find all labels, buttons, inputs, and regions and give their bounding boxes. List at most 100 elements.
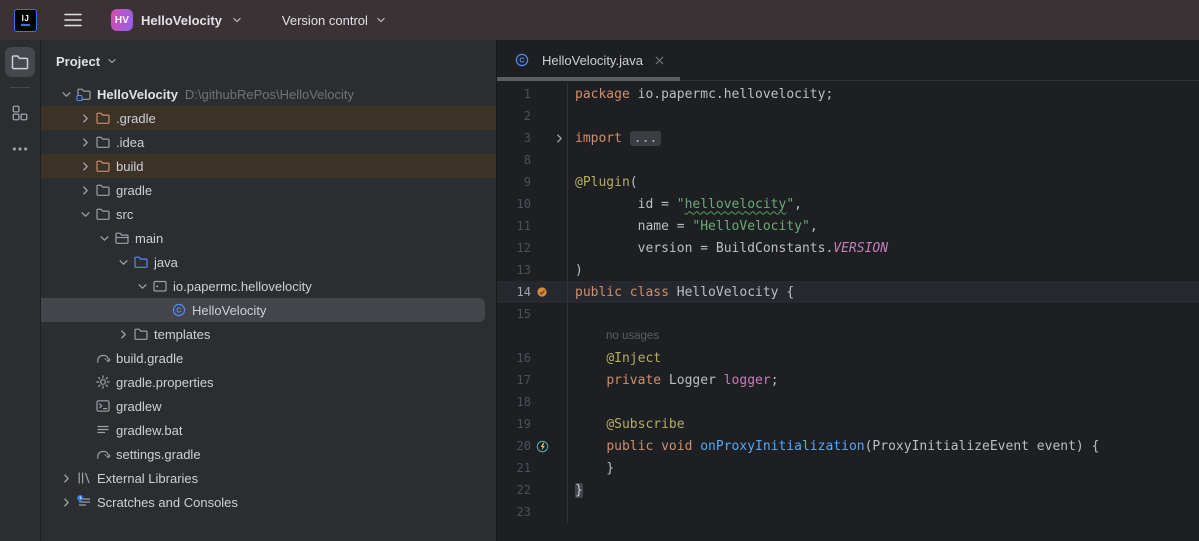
code-line-21[interactable]: 21 } xyxy=(497,457,1199,479)
code-line-text[interactable]: name = "HelloVelocity", xyxy=(567,215,1199,237)
chevron-down-icon[interactable] xyxy=(58,86,74,102)
editor-gutter[interactable]: 17 xyxy=(497,369,567,391)
editor-gutter[interactable]: 22 xyxy=(497,479,567,501)
code-line-text[interactable]: @Plugin( xyxy=(567,171,1199,193)
code-line-20[interactable]: 20 public void onProxyInitialization(Pro… xyxy=(497,435,1199,457)
tree-item-hellovelocity[interactable]: HelloVelocityD:\githubRePos\HelloVelocit… xyxy=(41,82,496,106)
chevron-right-icon[interactable] xyxy=(58,494,74,510)
plugin-marker-icon[interactable] xyxy=(532,281,552,303)
editor-gutter[interactable]: 11 xyxy=(497,215,567,237)
editor-gutter[interactable]: 2 xyxy=(497,105,567,127)
editor-gutter[interactable]: 23 xyxy=(497,501,567,523)
code-line-text[interactable]: @Inject xyxy=(567,347,1199,369)
chevron-down-icon[interactable] xyxy=(96,230,112,246)
code-line-text[interactable]: @Subscribe xyxy=(567,413,1199,435)
chevron-down-icon[interactable] xyxy=(115,254,131,270)
code-line-text[interactable]: import ... xyxy=(567,127,1199,149)
code-line-22[interactable]: 22} xyxy=(497,479,1199,501)
tool-stripe-button-project[interactable] xyxy=(5,47,35,77)
chevron-right-icon[interactable] xyxy=(77,158,93,174)
chevron-right-icon[interactable] xyxy=(77,134,93,150)
usages-inlay-hint[interactable]: no usages xyxy=(606,330,659,342)
code-line-23[interactable]: 23 xyxy=(497,501,1199,523)
chevron-right-icon[interactable] xyxy=(77,182,93,198)
tree-item-settings-gradle[interactable]: settings.gradle xyxy=(41,442,496,466)
code-line-3[interactable]: 3import ... xyxy=(497,127,1199,149)
code-line-text[interactable]: version = BuildConstants.VERSION xyxy=(567,237,1199,259)
editor-gutter[interactable]: 14 xyxy=(497,281,567,303)
tree-item-scratches-and-consoles[interactable]: Scratches and Consoles xyxy=(41,490,496,514)
code-line-text[interactable]: public class HelloVelocity { xyxy=(567,281,1199,303)
code-line-8[interactable]: 8 xyxy=(497,149,1199,171)
code-line-text[interactable]: private Logger logger; xyxy=(567,369,1199,391)
tree-item-gradle-properties[interactable]: gradle.properties xyxy=(41,370,496,394)
tree-item-src[interactable]: src xyxy=(41,202,496,226)
chevron-right-icon[interactable] xyxy=(115,326,131,342)
intellij-logo-icon[interactable]: IJ xyxy=(14,9,37,32)
editor-gutter[interactable]: 8 xyxy=(497,149,567,171)
project-widget[interactable]: HV HelloVelocity xyxy=(105,6,250,34)
editor-gutter[interactable]: 21 xyxy=(497,457,567,479)
event-marker-icon[interactable] xyxy=(532,435,552,457)
code-line-text[interactable] xyxy=(567,501,1199,523)
editor-gutter[interactable]: 3 xyxy=(497,127,567,149)
code-line-14[interactable]: 14public class HelloVelocity { xyxy=(497,281,1199,303)
fold-arrow-icon[interactable] xyxy=(552,131,567,146)
vcs-widget[interactable]: Version control xyxy=(276,9,394,32)
code-line-text[interactable] xyxy=(567,105,1199,127)
editor-gutter[interactable]: 15 xyxy=(497,303,567,325)
code-line-text[interactable] xyxy=(567,303,1199,325)
code-line-13[interactable]: 13) xyxy=(497,259,1199,281)
tree-item-gradlew[interactable]: gradlew xyxy=(41,394,496,418)
code-line-text[interactable]: package io.papermc.hellovelocity; xyxy=(567,83,1199,105)
code-line-17[interactable]: 17 private Logger logger; xyxy=(497,369,1199,391)
tool-stripe-button-structure[interactable] xyxy=(5,98,35,128)
chevron-right-icon[interactable] xyxy=(77,110,93,126)
close-tab-button[interactable] xyxy=(652,52,668,68)
editor-gutter[interactable]: 12 xyxy=(497,237,567,259)
editor-gutter[interactable]: 20 xyxy=(497,435,567,457)
code-line-18[interactable]: 18 xyxy=(497,391,1199,413)
code-line-text[interactable] xyxy=(567,391,1199,413)
tree-item-io-papermc-hellovelocity[interactable]: io.papermc.hellovelocity xyxy=(41,274,496,298)
code-line-text[interactable]: } xyxy=(567,479,1199,501)
code-line-11[interactable]: 11 name = "HelloVelocity", xyxy=(497,215,1199,237)
tree-item-main[interactable]: main xyxy=(41,226,496,250)
code-line-text[interactable]: ) xyxy=(567,259,1199,281)
tree-item-gradle[interactable]: .gradle xyxy=(41,106,496,130)
tree-item-gradlew-bat[interactable]: gradlew.bat xyxy=(41,418,496,442)
main-menu-button[interactable] xyxy=(59,6,87,34)
chevron-down-icon[interactable] xyxy=(134,278,150,294)
code-line-12[interactable]: 12 version = BuildConstants.VERSION xyxy=(497,237,1199,259)
code-line-10[interactable]: 10 id = "hellovelocity", xyxy=(497,193,1199,215)
code-editor[interactable]: 1package io.papermc.hellovelocity;23impo… xyxy=(497,81,1199,541)
editor-gutter[interactable]: 13 xyxy=(497,259,567,281)
tree-item-templates[interactable]: templates xyxy=(41,322,496,346)
code-line-text[interactable]: no usages xyxy=(567,325,1199,347)
tree-item-external-libraries[interactable]: External Libraries xyxy=(41,466,496,490)
tool-stripe-button-more[interactable] xyxy=(5,134,35,164)
tree-item-build[interactable]: build xyxy=(41,154,496,178)
chevron-down-icon[interactable] xyxy=(77,206,93,222)
tree-item-build-gradle[interactable]: build.gradle xyxy=(41,346,496,370)
code-line-19[interactable]: 19 @Subscribe xyxy=(497,413,1199,435)
code-line-text[interactable]: id = "hellovelocity", xyxy=(567,193,1199,215)
project-panel-header[interactable]: Project xyxy=(41,40,496,82)
editor-gutter[interactable]: 9 xyxy=(497,171,567,193)
editor-gutter[interactable]: 10 xyxy=(497,193,567,215)
editor-tab-hellovelocity-java[interactable]: C HelloVelocity.java xyxy=(497,40,680,80)
tree-item-java[interactable]: java xyxy=(41,250,496,274)
code-line-text[interactable]: public void onProxyInitialization(ProxyI… xyxy=(567,435,1199,457)
editor-gutter[interactable]: 16 xyxy=(497,347,567,369)
code-line-2[interactable]: 2 xyxy=(497,105,1199,127)
code-line-text[interactable] xyxy=(567,149,1199,171)
editor-gutter[interactable]: 1 xyxy=(497,83,567,105)
code-line-1[interactable]: 1package io.papermc.hellovelocity; xyxy=(497,83,1199,105)
chevron-right-icon[interactable] xyxy=(58,470,74,486)
tree-item-gradle[interactable]: gradle xyxy=(41,178,496,202)
code-line-16[interactable]: 16 @Inject xyxy=(497,347,1199,369)
tree-item-idea[interactable]: .idea xyxy=(41,130,496,154)
code-line-text[interactable]: } xyxy=(567,457,1199,479)
editor-gutter[interactable]: 18 xyxy=(497,391,567,413)
code-line-9[interactable]: 9@Plugin( xyxy=(497,171,1199,193)
